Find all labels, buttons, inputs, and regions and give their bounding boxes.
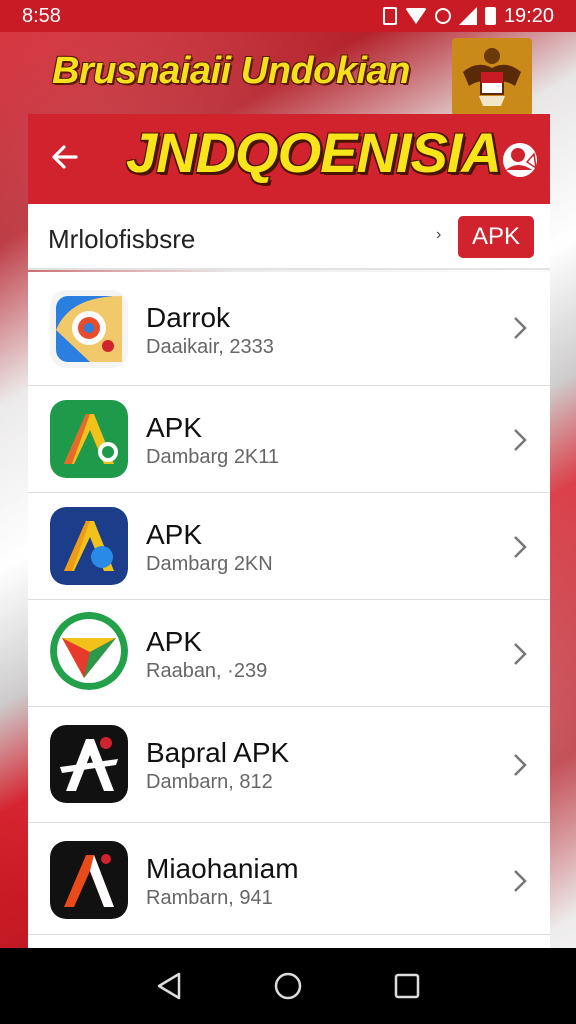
app-bar: JNDQOENISIA: [28, 114, 550, 204]
item-subtitle: Raaban, ·239: [146, 660, 268, 682]
sim-icon: [382, 7, 397, 25]
blue-a-app-icon: [50, 507, 128, 585]
back-triangle-icon[interactable]: [149, 966, 189, 1006]
signal-icon: [458, 7, 477, 25]
list-item[interactable]: APK Dambarg 2KN: [28, 493, 550, 600]
alarm-icon: [434, 8, 451, 24]
list-item[interactable]: Darrok Daaikair, 2333: [28, 272, 550, 386]
item-title: APK: [146, 626, 203, 657]
item-subtitle: Dambarg 2KN: [146, 553, 273, 575]
green-kite-app-icon: [50, 612, 128, 690]
black-red-a-app-icon: [50, 841, 128, 919]
camera-lens-app-icon: [50, 290, 128, 368]
list-item[interactable]: APK Raaban, ·239: [28, 600, 550, 707]
chevron-right-icon: [510, 426, 530, 454]
chevron-right-icon: [510, 314, 530, 342]
black-star-app-icon: [50, 725, 128, 803]
profile-icon[interactable]: [500, 140, 540, 180]
item-subtitle: Rambarn, 941: [146, 887, 273, 909]
list-item[interactable]: APK Dambarg 2K11: [28, 386, 550, 493]
green-a-app-icon: [50, 400, 128, 478]
wifi-icon: [404, 8, 427, 24]
search-row[interactable]: Mrlolofisbsre › APK: [28, 204, 550, 270]
status-bar: 8:58 19:20: [0, 0, 576, 32]
status-time-right: 19:20: [503, 4, 554, 27]
item-subtitle: Dambarn, 812: [146, 771, 273, 793]
search-text: Mrlolofisbsre: [48, 224, 196, 254]
item-title: Bapral APK: [146, 737, 290, 768]
list-item[interactable]: Bapral APK Dambarn, 812: [28, 707, 550, 823]
item-title: Darrok: [146, 302, 231, 333]
chevron-right-icon: [510, 867, 530, 895]
header-banner: Brusnaiaii Undokian: [0, 34, 576, 116]
navigation-bar: [0, 948, 576, 1024]
status-time: 8:58: [22, 4, 61, 27]
chevron-right-icon: ›: [436, 226, 442, 243]
list-item[interactable]: Miaohaniam Rambarn, 941: [28, 823, 550, 935]
app-title: JNDQOENISIA: [126, 121, 502, 184]
app-list: Darrok Daaikair, 2333 APK Dambarg 2K11 A…: [28, 272, 550, 948]
status-icons: 19:20: [382, 4, 554, 28]
chevron-right-icon: [510, 751, 530, 779]
item-title: Miaohaniam: [146, 853, 299, 884]
item-subtitle: Dambarg 2K11: [146, 446, 280, 468]
chevron-right-icon: [510, 640, 530, 668]
item-subtitle: Daaikair, 2333: [146, 336, 274, 358]
home-circle-icon[interactable]: [268, 966, 308, 1006]
recents-square-icon[interactable]: [387, 966, 427, 1006]
item-title: APK: [146, 519, 203, 550]
item-title: APK: [146, 412, 203, 443]
apk-badge-button[interactable]: APK: [458, 216, 534, 258]
back-arrow-icon[interactable]: [48, 140, 82, 174]
chevron-right-icon: [510, 533, 530, 561]
banner-title: Brusnaiaii Undokian: [52, 50, 410, 92]
battery-icon: [484, 7, 496, 25]
garuda-emblem-icon: [452, 38, 532, 116]
